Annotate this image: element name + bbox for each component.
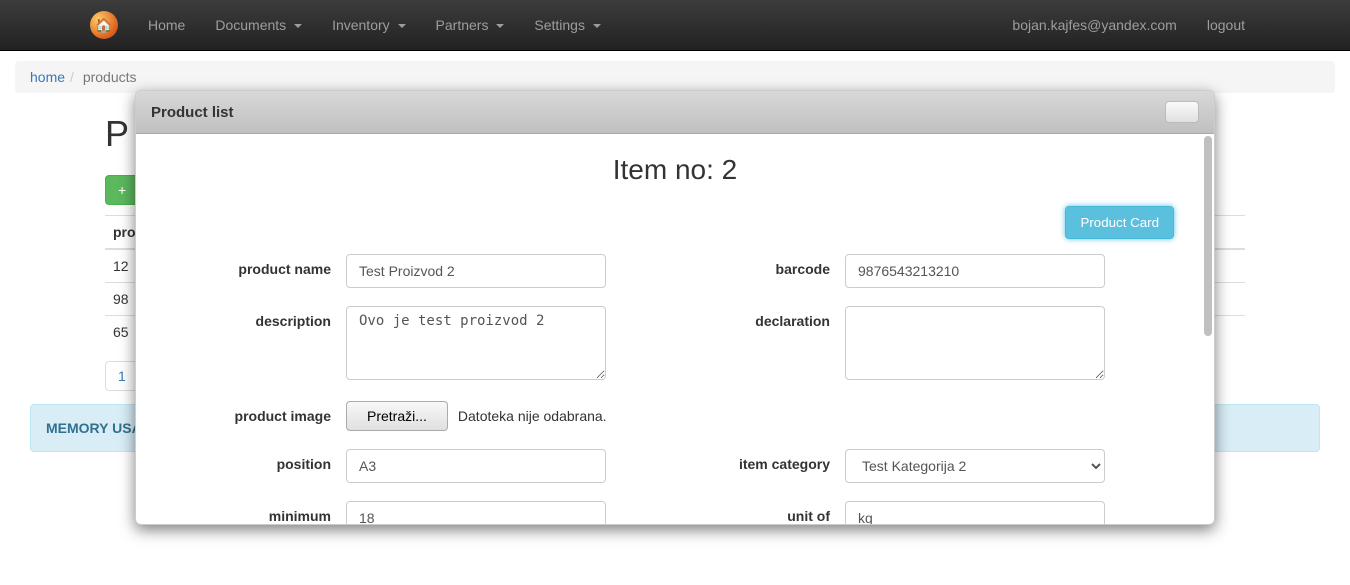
description-textarea[interactable]: Ovo je test proizvod 2 <box>346 306 606 380</box>
barcode-input[interactable] <box>845 254 1105 288</box>
barcode-label: barcode <box>675 254 845 277</box>
minimum-label: minimum <box>176 501 346 524</box>
product-image-label: product image <box>176 401 346 424</box>
position-label: position <box>176 449 346 472</box>
position-input[interactable] <box>346 449 606 483</box>
product-name-label: product name <box>176 254 346 277</box>
modal-header: Product list <box>136 91 1214 134</box>
description-label: description <box>176 306 346 329</box>
declaration-label: declaration <box>675 306 845 329</box>
item-category-select[interactable]: Test Kategorija 2 <box>845 449 1105 483</box>
product-modal: Product list Item no: 2 Product Card pro… <box>135 90 1215 525</box>
modal-title: Product list <box>151 104 234 121</box>
product-name-input[interactable] <box>346 254 606 288</box>
modal-close-button[interactable] <box>1165 101 1199 123</box>
modal-scrollbar[interactable] <box>1204 136 1212 336</box>
unit-of-input[interactable] <box>845 501 1105 524</box>
item-category-label: item category <box>675 449 845 472</box>
file-browse-button[interactable]: Pretraži... <box>346 401 448 431</box>
unit-of-label: unit of <box>675 501 845 524</box>
modal-body: Item no: 2 Product Card product name bar… <box>136 134 1214 524</box>
declaration-textarea[interactable] <box>845 306 1105 380</box>
modal-overlay: Product list Item no: 2 Product Card pro… <box>0 0 1350 585</box>
file-status-text: Datoteka nije odabrana. <box>458 408 607 424</box>
item-number-heading: Item no: 2 <box>176 154 1174 186</box>
product-card-button[interactable]: Product Card <box>1065 206 1174 239</box>
minimum-input[interactable] <box>346 501 606 524</box>
